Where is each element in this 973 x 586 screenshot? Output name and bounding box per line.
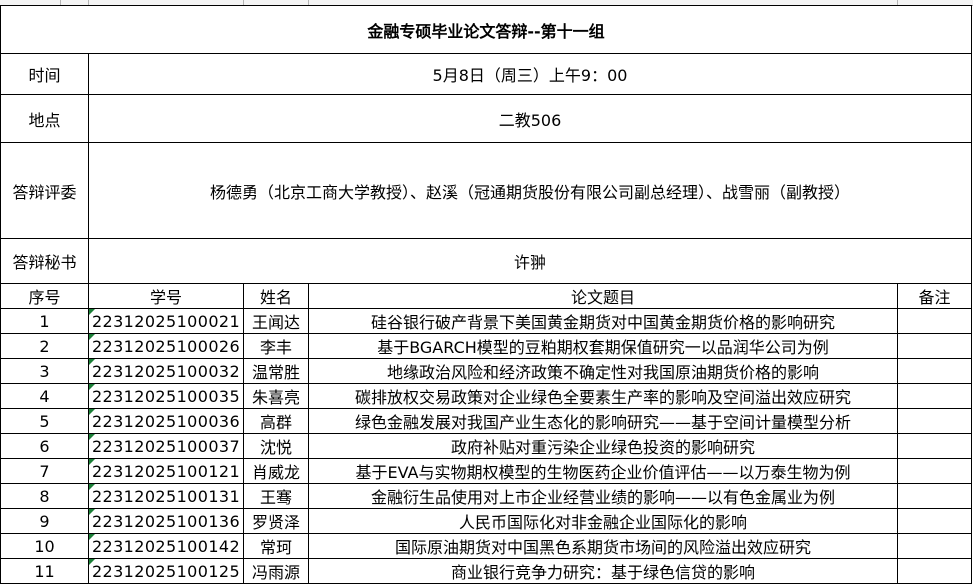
row-no-cell[interactable]: 4 xyxy=(0,383,89,409)
number-as-text-warning-icon xyxy=(89,334,95,340)
column-header-topic[interactable]: 论文题目 xyxy=(308,283,898,309)
row-no-cell[interactable]: 2 xyxy=(0,333,89,359)
column-header-name[interactable]: 姓名 xyxy=(243,283,309,309)
student-name-cell[interactable]: 朱喜亮 xyxy=(243,383,309,409)
table-row: 1 22312025100021 王闻达 硅谷银行破产背景下美国黄金期货对中国黄… xyxy=(0,308,973,334)
student-name-cell[interactable]: 沈悦 xyxy=(243,433,309,459)
note-cell[interactable] xyxy=(896,558,973,584)
student-id-cell[interactable]: 22312025100032 xyxy=(88,358,244,384)
student-name-cell[interactable]: 李丰 xyxy=(243,333,309,359)
number-as-text-warning-icon xyxy=(89,384,95,390)
row-no-cell[interactable]: 1 xyxy=(0,308,89,334)
student-id-cell[interactable]: 22312025100142 xyxy=(88,533,244,559)
student-id-cell[interactable]: 22312025100131 xyxy=(88,483,244,509)
note-cell[interactable] xyxy=(896,383,973,409)
thesis-topic-cell[interactable]: 人民币国际化对非金融企业国际化的影响 xyxy=(308,508,898,534)
column-header-note[interactable]: 备注 xyxy=(896,283,973,309)
thesis-topic-cell[interactable]: 绿色金融发展对我国产业生态化的影响研究——基于空间计量模型分析 xyxy=(308,408,898,434)
row-no-cell[interactable]: 3 xyxy=(0,358,89,384)
table-row: 8 22312025100131 王骞 金融衍生品使用对上市企业经营业绩的影响—… xyxy=(0,483,973,509)
thesis-topic-cell[interactable]: 硅谷银行破产背景下美国黄金期货对中国黄金期货价格的影响研究 xyxy=(308,308,898,334)
column-header-no[interactable]: 序号 xyxy=(0,283,89,309)
table-row: 9 22312025100136 罗贤泽 人民币国际化对非金融企业国际化的影响 xyxy=(0,508,973,534)
student-id-cell[interactable]: 22312025100036 xyxy=(88,408,244,434)
row-no-cell[interactable]: 10 xyxy=(0,533,89,559)
note-cell[interactable] xyxy=(896,358,973,384)
student-id-cell[interactable]: 22312025100125 xyxy=(88,558,244,584)
number-as-text-warning-icon xyxy=(89,434,95,440)
student-id-cell[interactable]: 22312025100121 xyxy=(88,458,244,484)
info-label-secretary[interactable]: 答辩秘书 xyxy=(0,238,89,284)
thesis-topic-cell[interactable]: 碳排放权交易政策对企业绿色全要素生产率的影响及空间溢出效应研究 xyxy=(308,383,898,409)
note-cell[interactable] xyxy=(896,433,973,459)
student-name-cell[interactable]: 肖威龙 xyxy=(243,458,309,484)
info-value-secretary[interactable]: 许翀 xyxy=(87,238,973,284)
note-cell[interactable] xyxy=(896,508,973,534)
info-label-location[interactable]: 地点 xyxy=(0,94,89,143)
number-as-text-warning-icon xyxy=(89,509,95,515)
note-cell[interactable] xyxy=(896,533,973,559)
row-no-cell[interactable]: 7 xyxy=(0,458,89,484)
number-as-text-warning-icon xyxy=(89,309,95,315)
thesis-topic-cell[interactable]: 国际原油期货对中国黑色系期货市场间的风险溢出效应研究 xyxy=(308,533,898,559)
column-header-student-id[interactable]: 学号 xyxy=(88,283,244,309)
number-as-text-warning-icon xyxy=(89,359,95,365)
thesis-topic-cell[interactable]: 金融衍生品使用对上市企业经营业绩的影响——以有色金属业为例 xyxy=(308,483,898,509)
info-value-location[interactable]: 二教506 xyxy=(87,94,973,143)
number-as-text-warning-icon xyxy=(89,534,95,540)
table-row: 2 22312025100026 李丰 基于BGARCH模型的豆粕期权套期保值研… xyxy=(0,333,973,359)
note-cell[interactable] xyxy=(896,308,973,334)
student-name-cell[interactable]: 温常胜 xyxy=(243,358,309,384)
number-as-text-warning-icon xyxy=(89,459,95,465)
table-row: 4 22312025100035 朱喜亮 碳排放权交易政策对企业绿色全要素生产率… xyxy=(0,383,973,409)
number-as-text-warning-icon xyxy=(89,484,95,490)
table-row-selected[interactable]: 5 22312025100036 高群 绿色金融发展对我国产业生态化的影响研究—… xyxy=(0,408,973,434)
student-name-cell[interactable]: 常珂 xyxy=(243,533,309,559)
student-id-cell[interactable]: 22312025100037 xyxy=(88,433,244,459)
number-as-text-warning-icon xyxy=(89,559,95,565)
thesis-topic-cell[interactable]: 基于EVA与实物期权模型的生物医药企业价值评估——以万泰生物为例 xyxy=(308,458,898,484)
row-no-cell[interactable]: 9 xyxy=(0,508,89,534)
student-id-cell[interactable]: 22312025100136 xyxy=(88,508,244,534)
thesis-topic-cell[interactable]: 商业银行竞争力研究：基于绿色信贷的影响 xyxy=(308,558,898,584)
sheet-title[interactable]: 金融专硕毕业论文答辩--第十一组 xyxy=(0,5,973,54)
table-row: 7 22312025100121 肖威龙 基于EVA与实物期权模型的生物医药企业… xyxy=(0,458,973,484)
student-id-cell[interactable]: 22312025100035 xyxy=(88,383,244,409)
table-row: 3 22312025100032 温常胜 地缘政治风险和经济政策不确定性对我国原… xyxy=(0,358,973,384)
student-name-cell[interactable]: 王骞 xyxy=(243,483,309,509)
number-as-text-warning-icon xyxy=(89,409,95,415)
note-cell[interactable] xyxy=(896,333,973,359)
thesis-topic-cell[interactable]: 基于BGARCH模型的豆粕期权套期保值研究一以品润华公司为例 xyxy=(308,333,898,359)
student-id-cell[interactable]: 22312025100026 xyxy=(88,333,244,359)
student-name-cell[interactable]: 高群 xyxy=(243,408,309,434)
info-value-time[interactable]: 5月8日（周三）上午9：00 xyxy=(87,53,973,95)
info-label-time[interactable]: 时间 xyxy=(0,53,89,95)
info-value-committee[interactable]: 杨德勇（北京工商大学教授）、赵溪（冠通期货股份有限公司副总经理）、战雪丽（副教授… xyxy=(87,142,973,239)
note-cell[interactable] xyxy=(896,458,973,484)
student-id-cell[interactable]: 22312025100021 xyxy=(88,308,244,334)
thesis-topic-cell[interactable]: 地缘政治风险和经济政策不确定性对我国原油期货价格的影响 xyxy=(308,358,898,384)
table-row: 6 22312025100037 沈悦 政府补贴对重污染企业绿色投资的影响研究 xyxy=(0,433,973,459)
row-no-cell[interactable]: 11 xyxy=(0,558,89,584)
row-no-cell[interactable]: 8 xyxy=(0,483,89,509)
student-name-cell[interactable]: 罗贤泽 xyxy=(243,508,309,534)
student-name-cell[interactable]: 王闻达 xyxy=(243,308,309,334)
table-row: 10 22312025100142 常珂 国际原油期货对中国黑色系期货市场间的风… xyxy=(0,533,973,559)
note-cell[interactable] xyxy=(896,408,973,434)
info-label-committee[interactable]: 答辩评委 xyxy=(0,142,89,239)
row-no-cell[interactable]: 6 xyxy=(0,433,89,459)
row-no-cell[interactable]: 5 xyxy=(0,408,89,434)
student-name-cell[interactable]: 冯雨源 xyxy=(243,558,309,584)
note-cell[interactable] xyxy=(896,483,973,509)
thesis-topic-cell[interactable]: 政府补贴对重污染企业绿色投资的影响研究 xyxy=(308,433,898,459)
table-row: 11 22312025100125 冯雨源 商业银行竞争力研究：基于绿色信贷的影… xyxy=(0,558,973,584)
spreadsheet-grid: 金融专硕毕业论文答辩--第十一组 时间 5月8日（周三）上午9：00 地点 二教… xyxy=(0,5,973,584)
